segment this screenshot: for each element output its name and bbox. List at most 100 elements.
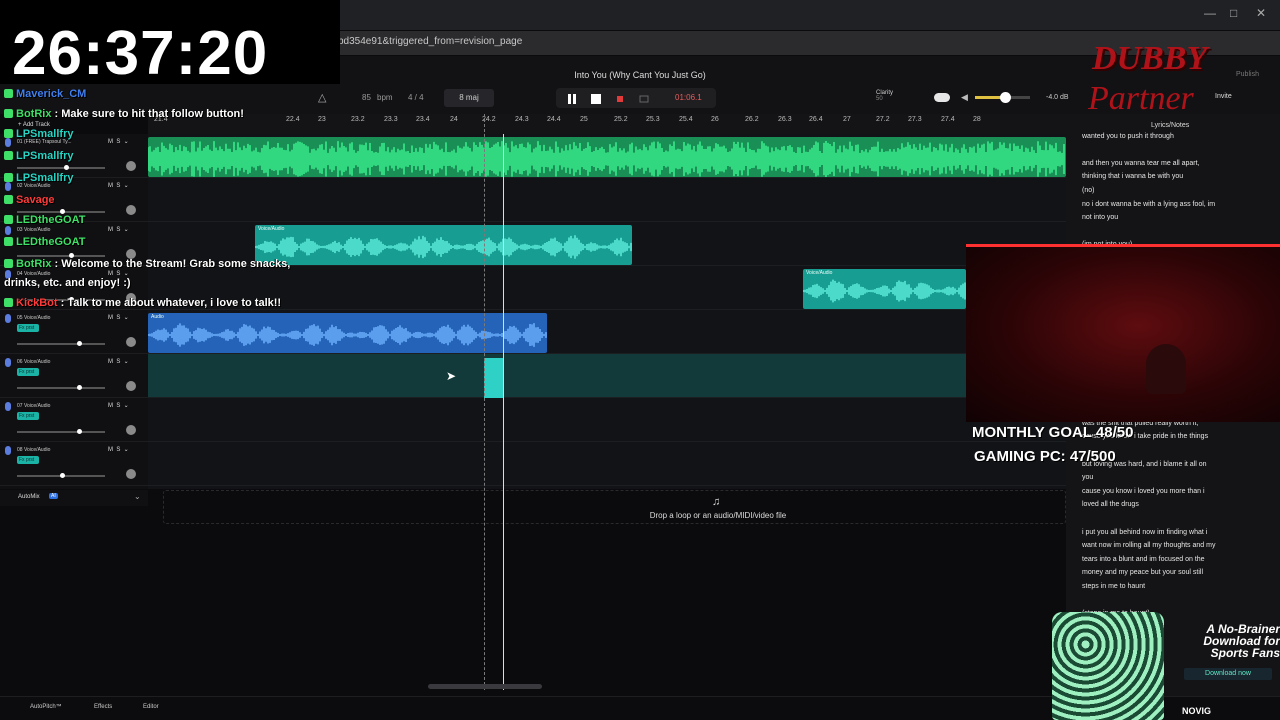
clarity-control[interactable]: Clarity 50 <box>876 90 893 102</box>
mouse-pointer-icon: ➤ <box>446 369 457 383</box>
lyric-line[interactable]: want now im rolling all my thoughts and … <box>1082 539 1257 552</box>
lyric-line[interactable]: money and my peace but your soul still <box>1082 566 1257 579</box>
horizontal-scrollbar[interactable] <box>428 684 542 689</box>
lyric-line[interactable]: thinking that i wanna be with you <box>1082 170 1257 183</box>
effects-button[interactable]: Effects <box>94 704 112 710</box>
fader-handle[interactable] <box>60 473 65 478</box>
track-volume-fader[interactable] <box>17 429 105 434</box>
chevron-down-icon[interactable]: ⌄ <box>134 492 141 501</box>
stop-button[interactable] <box>590 92 602 104</box>
lyric-line[interactable]: wanted you to push it through <box>1082 130 1257 143</box>
track-volume-fader[interactable] <box>17 341 105 346</box>
ruler-tick: 26.3 <box>778 116 792 123</box>
volume-db: -4.0 dB <box>1046 94 1069 101</box>
mute-solo-buttons[interactable]: M S ⌄ <box>108 446 129 453</box>
fader-handle[interactable] <box>77 341 82 346</box>
lyric-line[interactable]: tears into a blunt and im focused on the <box>1082 553 1257 566</box>
pan-knob[interactable] <box>126 381 136 391</box>
fx-preset-badge[interactable]: Fx prst <box>17 368 39 376</box>
minimize-icon[interactable]: — <box>1204 6 1216 20</box>
track-header-08[interactable]: 08 Voice/Audio Fx prst M S ⌄ <box>0 442 148 486</box>
verified-badge-icon <box>4 195 13 204</box>
chat-message: LPSmallfry <box>4 172 73 184</box>
automix-ai-badge: AI <box>49 493 58 499</box>
track-header-05[interactable]: 05 Voice/Audio Fx prst M S ⌄ <box>0 310 148 354</box>
lane-8[interactable] <box>148 442 1066 486</box>
pan-knob[interactable] <box>126 469 136 479</box>
verified-badge-icon <box>4 129 13 138</box>
chat-username: LPSmallfry <box>16 172 74 184</box>
clarity-value: 50 <box>876 96 883 102</box>
editor-button[interactable]: Editor <box>143 704 159 710</box>
automix-row[interactable]: AutoMix AI ⌄ <box>0 490 148 506</box>
maximize-icon[interactable]: □ <box>1230 6 1237 20</box>
mute-solo-buttons[interactable]: M S ⌄ <box>108 402 129 409</box>
pause-button[interactable] <box>566 92 578 104</box>
lyric-line[interactable]: cause you know i loved you more than i <box>1082 485 1257 498</box>
track-name[interactable]: 08 Voice/Audio <box>17 447 50 453</box>
lane-7[interactable] <box>148 398 1066 442</box>
ruler-tick: 24.4 <box>547 116 561 123</box>
lyric-line[interactable]: no i dont wanna be with a lying ass fool… <box>1082 198 1257 211</box>
fx-preset-badge[interactable]: Fx prst <box>17 412 39 420</box>
close-icon[interactable]: ✕ <box>1256 6 1266 20</box>
clock-text: 26:37:20 <box>12 19 269 88</box>
clarity-toggle[interactable] <box>934 93 950 102</box>
chat-username: LPSmallfry <box>16 128 74 140</box>
lyric-line[interactable]: i put you all behind now im finding what… <box>1082 526 1257 539</box>
track-volume-fader[interactable] <box>17 385 105 390</box>
lyric-line[interactable]: and then you wanna tear me all apart, <box>1082 157 1257 170</box>
track-name[interactable]: 05 Voice/Audio <box>17 315 50 321</box>
verified-badge-icon <box>4 298 13 307</box>
lyric-line[interactable]: not into you <box>1082 211 1257 224</box>
clip-vocal-4[interactable]: Voice/Audio <box>803 269 966 309</box>
record-button[interactable] <box>614 92 626 104</box>
track-header-06[interactable]: 06 Voice/Audio Fx prst M S ⌄ <box>0 354 148 398</box>
ad-headline: A No-Brainer Download for Sports Fans <box>1203 622 1280 660</box>
lane-5[interactable]: Audio <box>148 310 1066 354</box>
fader-handle[interactable] <box>77 429 82 434</box>
lyric-line[interactable]: you <box>1082 471 1257 484</box>
autopitch-button[interactable]: AutoPitch™ <box>30 704 62 710</box>
clip-vocal-5[interactable]: Audio <box>148 313 547 353</box>
track-name[interactable]: 07 Voice/Audio <box>17 403 50 409</box>
invite-button[interactable]: Invite <box>1215 93 1232 100</box>
lyric-line[interactable]: loved all the drugs <box>1082 498 1257 511</box>
playhead[interactable] <box>503 134 504 690</box>
edit-cursor <box>484 114 485 690</box>
bpm-value[interactable]: 85 <box>362 89 371 107</box>
key-selector[interactable]: 8 maj <box>444 89 494 107</box>
fx-preset-badge[interactable]: Fx prst <box>17 456 39 464</box>
mute-solo-buttons[interactable]: M S ⌄ <box>108 314 129 321</box>
loop-button[interactable] <box>638 92 650 104</box>
track-header-07[interactable]: 07 Voice/Audio Fx prst M S ⌄ <box>0 398 148 442</box>
speaker-icon[interactable]: ◀ <box>961 92 968 103</box>
selection-region[interactable] <box>484 358 504 398</box>
fx-preset-badge[interactable]: Fx prst <box>17 324 39 332</box>
time-signature[interactable]: 4 / 4 <box>408 89 424 107</box>
lane-6[interactable] <box>148 354 1066 398</box>
drop-hint: Drop a loop or an audio/MIDI/video file <box>649 511 787 520</box>
ruler-tick: 25.3 <box>646 116 660 123</box>
pan-knob[interactable] <box>126 425 136 435</box>
verified-badge-icon <box>4 237 13 246</box>
project-title[interactable]: Into You (Why Cant You Just Go) <box>540 70 740 80</box>
chat-message: Savage <box>4 194 55 206</box>
ad-brand: NOVIG <box>1182 706 1212 716</box>
mute-solo-buttons[interactable]: M S ⌄ <box>108 358 129 365</box>
verified-badge-icon <box>4 173 13 182</box>
master-volume-slider[interactable] <box>975 92 1030 103</box>
pan-knob[interactable] <box>126 337 136 347</box>
ruler-tick: 24 <box>450 116 458 123</box>
publish-button[interactable]: Publish <box>1236 71 1259 78</box>
chat-username: BotRix <box>16 258 52 270</box>
fader-handle[interactable] <box>77 385 82 390</box>
lyric-line[interactable]: steps in me to haunt <box>1082 580 1257 593</box>
stop-icon <box>591 94 601 104</box>
ruler-tick: 23.3 <box>384 116 398 123</box>
ad-download-button[interactable]: Download now <box>1184 668 1272 680</box>
track-name[interactable]: 06 Voice/Audio <box>17 359 50 365</box>
lyrics-title: Lyrics/Notes <box>1151 122 1190 129</box>
lyric-line[interactable]: (no) <box>1082 184 1257 197</box>
track-volume-fader[interactable] <box>17 473 105 478</box>
